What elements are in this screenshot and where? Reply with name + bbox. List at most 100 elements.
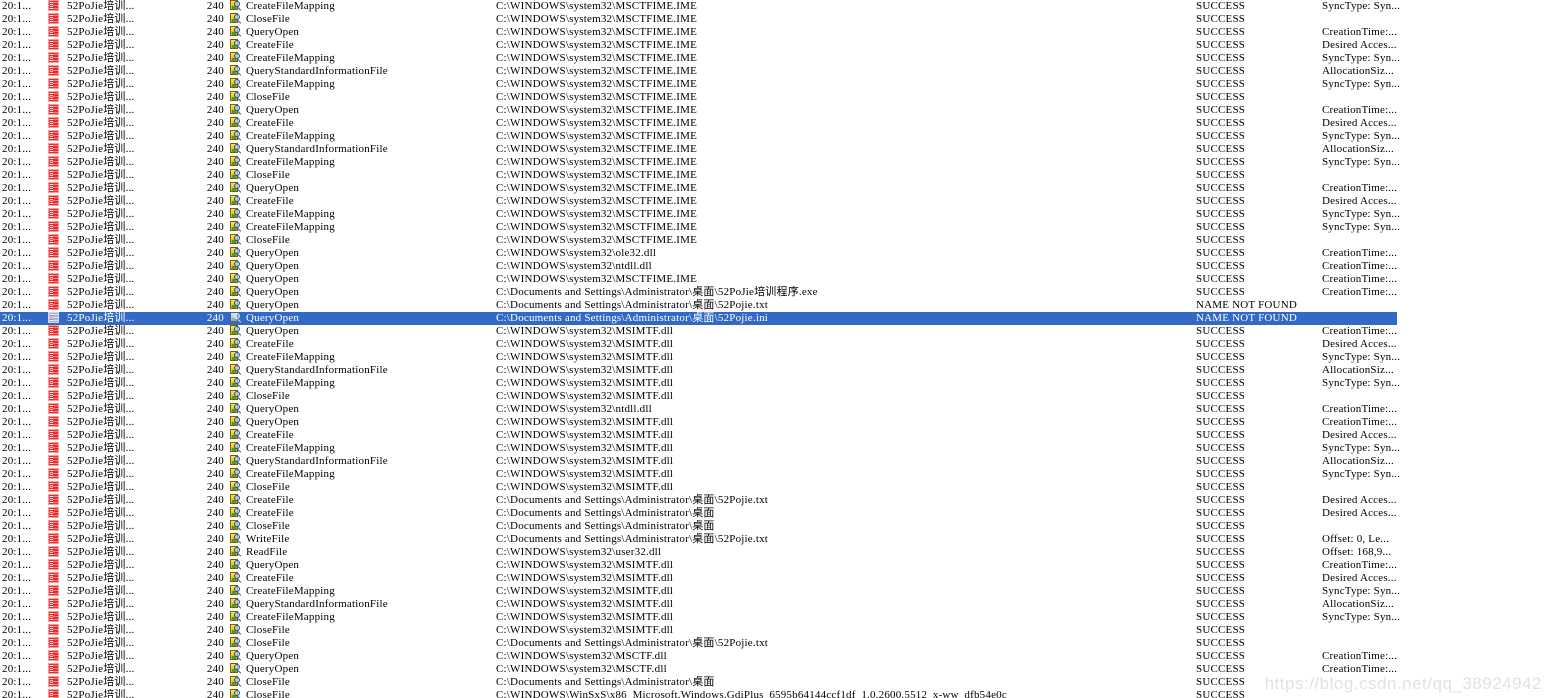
cell-pid: 240 [206,143,224,155]
table-row[interactable]: 20:1... 52PoJie培训... 240 ReadFile C:\WINDOWS… [0,546,1548,559]
cell-result: SUCCESS [1196,221,1246,233]
table-row[interactable]: 20:1... 52PoJie培训... 240 QueryOpen C:\WINDOW… [0,247,1548,260]
cell-detail: SyncType: Syn... [1322,351,1401,363]
cell-detail: CreationTime:... [1322,286,1398,298]
cell-result: SUCCESS [1196,156,1246,168]
table-row[interactable]: 20:1... 52PoJie培训... 240 QueryOpen C:\Docume… [0,286,1548,299]
table-row[interactable]: 20:1... 52PoJie培训... 240 CloseFile C:\Docume… [0,520,1548,533]
table-row[interactable]: 20:1... 52PoJie培训... 240 CloseFile C:\Docume… [0,676,1548,689]
process-app-icon [48,390,64,403]
table-row[interactable]: 20:1... 52PoJie培训... 240 CreateFileMapping C… [0,130,1548,143]
table-row[interactable]: 20:1... 52PoJie培训... 240 QueryOpen C:\WINDOW… [0,26,1548,39]
cell-operation: CloseFile [246,234,290,246]
cell-pid: 240 [206,312,224,324]
table-row[interactable]: 20:1... 52PoJie培训... 240 CreateFileMapping C… [0,585,1548,598]
cell-time-of-day: 20:1... [2,676,32,688]
table-row[interactable]: 20:1... 52PoJie培训... 240 QueryOpen C:\WINDOW… [0,650,1548,663]
table-row[interactable]: 20:1... 52PoJie培训... 240 QueryOpen C:\WINDOW… [0,416,1548,429]
process-app-icon [48,143,64,156]
cell-operation: QueryStandardInformationFile [246,143,388,155]
table-row[interactable]: 20:1... 52PoJie培训... 240 CreateFileMapping C… [0,52,1548,65]
event-log-list[interactable]: 20:1... 52PoJie培训... 240 CreateFileMapping C… [0,0,1548,698]
table-row[interactable]: 20:1... 52PoJie培训... 240 QueryOpen C:\WINDOW… [0,104,1548,117]
table-row[interactable]: 20:1... 52PoJie培训... 240 QueryOpen C:\WINDOW… [0,260,1548,273]
table-row[interactable]: 20:1... 52PoJie培训... 240 CreateFileMapping C… [0,78,1548,91]
cell-detail: AllocationSiz... [1322,364,1394,376]
cell-process-name: 52PoJie培训... [67,208,135,220]
cell-process-name: 52PoJie培训... [67,650,135,662]
table-row[interactable]: 20:1... 52PoJie培训... 240 QueryOpen C:\Docume… [0,312,1548,325]
table-row[interactable]: 20:1... 52PoJie培训... 240 CreateFile C:\Docum… [0,494,1548,507]
table-row[interactable]: 20:1... 52PoJie培训... 240 CloseFile C:\WINDOW… [0,689,1548,698]
table-row[interactable]: 20:1... 52PoJie培训... 240 QueryOpen C:\Docume… [0,299,1548,312]
cell-process-name: 52PoJie培训... [67,221,135,233]
cell-path: C:\WINDOWS\system32\MSIMTF.dll [496,442,674,454]
process-app-icon [48,442,64,455]
cell-operation: QueryOpen [246,299,300,311]
table-row[interactable]: 20:1... 52PoJie培训... 240 QueryOpen C:\WINDOW… [0,182,1548,195]
cell-process-name: 52PoJie培训... [67,637,135,649]
table-row[interactable]: 20:1... 52PoJie培训... 240 QueryOpen C:\WINDOW… [0,663,1548,676]
table-row[interactable]: 20:1... 52PoJie培训... 240 CreateFile C:\WINDO… [0,117,1548,130]
table-row[interactable]: 20:1... 52PoJie培训... 240 CreateFileMapping C… [0,0,1548,13]
cell-process-name: 52PoJie培训... [67,143,135,155]
cell-path: C:\WINDOWS\system32\MSCTFIME.IME [496,26,698,38]
table-row[interactable]: 20:1... 52PoJie培训... 240 CloseFile C:\WINDOW… [0,390,1548,403]
cell-path: C:\Documents and Settings\Administrator\… [496,676,715,688]
table-row[interactable]: 20:1... 52PoJie培训... 240 CreateFileMapping C… [0,611,1548,624]
cell-path: C:\WINDOWS\system32\MSCTFIME.IME [496,39,698,51]
table-row[interactable]: 20:1... 52PoJie培训... 240 CreateFile C:\WINDO… [0,338,1548,351]
file-magnifier-icon [230,676,244,689]
table-row[interactable]: 20:1... 52PoJie培训... 240 CloseFile C:\WINDOW… [0,624,1548,637]
table-row[interactable]: 20:1... 52PoJie培训... 240 CloseFile C:\Docume… [0,637,1548,650]
table-row[interactable]: 20:1... 52PoJie培训... 240 CreateFileMapping C… [0,442,1548,455]
table-row[interactable]: 20:1... 52PoJie培训... 240 QueryStandardInfor… [0,364,1548,377]
file-magnifier-icon [230,637,244,650]
table-row[interactable]: 20:1... 52PoJie培训... 240 CreateFile C:\WINDO… [0,39,1548,52]
table-row[interactable]: 20:1... 52PoJie培训... 240 QueryStandardInfor… [0,65,1548,78]
table-row[interactable]: 20:1... 52PoJie培训... 240 CloseFile C:\WINDOW… [0,481,1548,494]
table-row[interactable]: 20:1... 52PoJie培训... 240 CreateFileMapping C… [0,377,1548,390]
cell-detail: AllocationSiz... [1322,598,1394,610]
table-row[interactable]: 20:1... 52PoJie培训... 240 CreateFileMapping C… [0,351,1548,364]
process-app-icon [48,494,64,507]
table-row[interactable]: 20:1... 52PoJie培训... 240 CreateFileMapping C… [0,208,1548,221]
cell-process-name: 52PoJie培训... [67,26,135,38]
cell-detail: SyncType: Syn... [1322,208,1401,220]
table-row[interactable]: 20:1... 52PoJie培训... 240 CreateFile C:\WINDO… [0,429,1548,442]
cell-pid: 240 [206,663,224,675]
table-row[interactable]: 20:1... 52PoJie培训... 240 QueryOpen C:\WINDOW… [0,403,1548,416]
table-row[interactable]: 20:1... 52PoJie培训... 240 CreateFile C:\WINDO… [0,572,1548,585]
table-row[interactable]: 20:1... 52PoJie培训... 240 CreateFile C:\Docum… [0,507,1548,520]
cell-process-name: 52PoJie培训... [67,403,135,415]
process-app-icon [48,78,64,91]
cell-path: C:\WINDOWS\system32\ntdll.dll [496,403,652,415]
table-row[interactable]: 20:1... 52PoJie培训... 240 QueryStandardInfor… [0,143,1548,156]
table-row[interactable]: 20:1... 52PoJie培训... 240 WriteFile C:\Docume… [0,533,1548,546]
cell-result: SUCCESS [1196,169,1246,181]
cell-result: SUCCESS [1196,429,1246,441]
cell-operation: QueryOpen [246,260,300,272]
cell-path: C:\WINDOWS\system32\MSCTFIME.IME [496,169,698,181]
table-row[interactable]: 20:1... 52PoJie培训... 240 QueryStandardInfor… [0,455,1548,468]
table-row[interactable]: 20:1... 52PoJie培训... 240 QueryOpen C:\WINDOW… [0,273,1548,286]
table-row[interactable]: 20:1... 52PoJie培训... 240 CreateFileMapping C… [0,468,1548,481]
table-row[interactable]: 20:1... 52PoJie培训... 240 CloseFile C:\WINDOW… [0,13,1548,26]
process-app-icon [48,663,64,676]
table-row[interactable]: 20:1... 52PoJie培训... 240 CreateFileMapping C… [0,156,1548,169]
table-row[interactable]: 20:1... 52PoJie培训... 240 QueryOpen C:\WINDOW… [0,559,1548,572]
table-row[interactable]: 20:1... 52PoJie培训... 240 CloseFile C:\WINDOW… [0,91,1548,104]
cell-detail [1322,13,1542,26]
cell-time-of-day: 20:1... [2,689,32,698]
table-row[interactable]: 20:1... 52PoJie培训... 240 CloseFile C:\WINDOW… [0,234,1548,247]
process-app-icon [48,676,64,689]
table-row[interactable]: 20:1... 52PoJie培训... 240 QueryOpen C:\WINDOW… [0,325,1548,338]
table-row[interactable]: 20:1... 52PoJie培训... 240 CloseFile C:\WINDOW… [0,169,1548,182]
cell-detail [1322,299,1542,312]
table-row[interactable]: 20:1... 52PoJie培训... 240 CreateFileMapping C… [0,221,1548,234]
cell-operation: CreateFileMapping [246,221,335,233]
cell-operation: QueryOpen [246,104,300,116]
table-row[interactable]: 20:1... 52PoJie培训... 240 QueryStandardInfor… [0,598,1548,611]
table-row[interactable]: 20:1... 52PoJie培训... 240 CreateFile C:\WINDO… [0,195,1548,208]
cell-path: C:\Documents and Settings\Administrator\… [496,312,769,324]
